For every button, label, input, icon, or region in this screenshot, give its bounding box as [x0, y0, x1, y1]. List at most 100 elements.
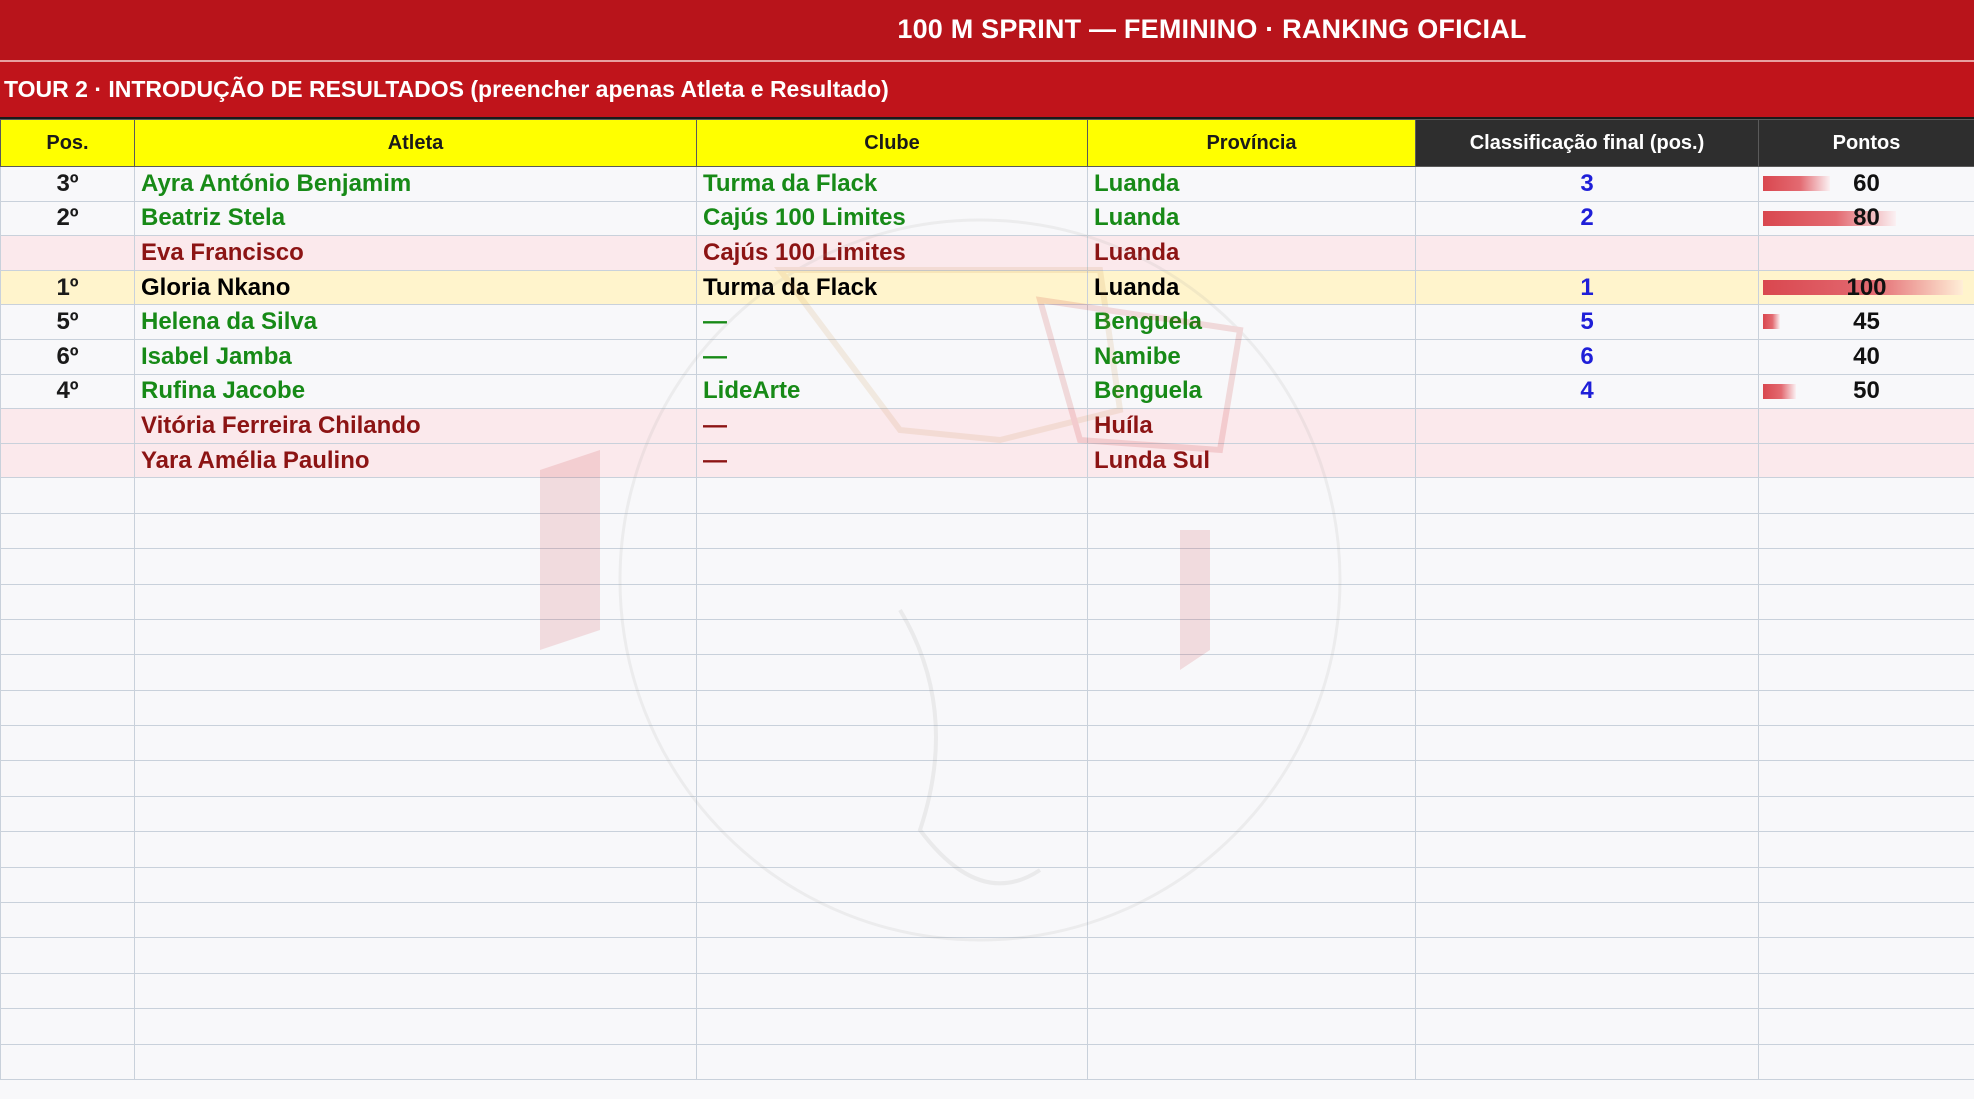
- cell-club[interactable]: Turma da Flack: [696, 166, 1088, 202]
- empty-cell[interactable]: [0, 618, 135, 656]
- empty-row[interactable]: [0, 972, 1974, 1010]
- empty-cell[interactable]: [1415, 654, 1759, 691]
- empty-cell[interactable]: [1415, 618, 1759, 656]
- empty-cell[interactable]: [1415, 831, 1759, 868]
- cell-final[interactable]: 2: [1415, 200, 1759, 237]
- empty-cell[interactable]: [696, 831, 1088, 868]
- empty-cell[interactable]: [1415, 725, 1759, 762]
- empty-cell[interactable]: [1758, 866, 1974, 904]
- cell-pos[interactable]: 6º: [0, 338, 135, 375]
- cell-pos[interactable]: 5º: [0, 304, 135, 340]
- empty-cell[interactable]: [134, 795, 697, 833]
- empty-row[interactable]: [0, 689, 1974, 727]
- empty-cell[interactable]: [1087, 654, 1416, 691]
- empty-cell[interactable]: [1758, 512, 1974, 550]
- table-row[interactable]: 3º Ayra António Benjamim Turma da Flack Lua…: [0, 166, 1974, 202]
- empty-cell[interactable]: [0, 902, 135, 939]
- empty-row[interactable]: [0, 583, 1974, 620]
- empty-cell[interactable]: [696, 654, 1088, 691]
- cell-final[interactable]: 5: [1415, 304, 1759, 340]
- cell-province[interactable]: Luanda: [1087, 235, 1416, 271]
- cell-club[interactable]: LideArte: [696, 373, 1088, 410]
- empty-cell[interactable]: [0, 866, 135, 904]
- cell-pos[interactable]: [0, 408, 135, 444]
- cell-final[interactable]: [1415, 408, 1759, 444]
- table-row[interactable]: 6º Isabel Jamba — Namibe 6 40: [0, 338, 1974, 375]
- empty-cell[interactable]: [1758, 1043, 1974, 1080]
- empty-cell[interactable]: [134, 866, 697, 904]
- cell-points[interactable]: 45: [1758, 304, 1974, 340]
- empty-cell[interactable]: [0, 795, 135, 833]
- empty-cell[interactable]: [1415, 1008, 1759, 1045]
- cell-athlete[interactable]: Isabel Jamba: [134, 338, 697, 375]
- cell-final[interactable]: [1415, 235, 1759, 271]
- cell-points[interactable]: 100: [1758, 269, 1974, 306]
- empty-cell[interactable]: [1415, 937, 1759, 974]
- empty-cell[interactable]: [696, 725, 1088, 762]
- cell-province[interactable]: Huíla: [1087, 408, 1416, 444]
- empty-cell[interactable]: [1087, 866, 1416, 904]
- empty-cell[interactable]: [1415, 972, 1759, 1010]
- cell-province[interactable]: Benguela: [1087, 373, 1416, 410]
- cell-points[interactable]: 50: [1758, 373, 1974, 410]
- empty-cell[interactable]: [696, 1043, 1088, 1080]
- empty-cell[interactable]: [0, 725, 135, 762]
- empty-cell[interactable]: [696, 1008, 1088, 1045]
- cell-final[interactable]: 3: [1415, 166, 1759, 202]
- empty-cell[interactable]: [1087, 902, 1416, 939]
- cell-province[interactable]: Luanda: [1087, 200, 1416, 237]
- empty-cell[interactable]: [0, 512, 135, 550]
- table-row[interactable]: 4º Rufina Jacobe LideArte Benguela 4 50: [0, 373, 1974, 410]
- empty-cell[interactable]: [1758, 689, 1974, 727]
- empty-cell[interactable]: [696, 548, 1088, 585]
- cell-final[interactable]: 6: [1415, 338, 1759, 375]
- empty-row[interactable]: [0, 477, 1974, 514]
- empty-cell[interactable]: [134, 902, 697, 939]
- cell-club[interactable]: Cajús 100 Limites: [696, 200, 1088, 237]
- empty-cell[interactable]: [1415, 866, 1759, 904]
- empty-cell[interactable]: [1087, 760, 1416, 797]
- empty-cell[interactable]: [134, 1043, 697, 1080]
- empty-cell[interactable]: [1758, 583, 1974, 620]
- empty-row[interactable]: [0, 795, 1974, 833]
- empty-cell[interactable]: [1087, 1043, 1416, 1080]
- empty-cell[interactable]: [1087, 583, 1416, 620]
- empty-cell[interactable]: [1758, 548, 1974, 585]
- empty-cell[interactable]: [1087, 1008, 1416, 1045]
- empty-cell[interactable]: [1758, 831, 1974, 868]
- empty-row[interactable]: [0, 548, 1974, 585]
- empty-cell[interactable]: [1758, 760, 1974, 797]
- cell-points[interactable]: [1758, 408, 1974, 444]
- col-header-club[interactable]: Clube: [696, 119, 1088, 167]
- empty-cell[interactable]: [696, 760, 1088, 797]
- col-header-athlete[interactable]: Atleta: [134, 119, 697, 167]
- table-row[interactable]: 5º Helena da Silva — Benguela 5 45: [0, 304, 1974, 340]
- cell-athlete[interactable]: Yara Amélia Paulino: [134, 442, 697, 479]
- cell-pos[interactable]: 1º: [0, 269, 135, 306]
- empty-cell[interactable]: [134, 583, 697, 620]
- cell-athlete[interactable]: Ayra António Benjamim: [134, 166, 697, 202]
- empty-cell[interactable]: [1758, 618, 1974, 656]
- cell-club[interactable]: —: [696, 408, 1088, 444]
- empty-cell[interactable]: [0, 477, 135, 514]
- cell-province[interactable]: Luanda: [1087, 269, 1416, 306]
- empty-cell[interactable]: [1087, 618, 1416, 656]
- empty-cell[interactable]: [1415, 1043, 1759, 1080]
- empty-cell[interactable]: [134, 760, 697, 797]
- cell-athlete[interactable]: Eva Francisco: [134, 235, 697, 271]
- empty-row[interactable]: [0, 937, 1974, 974]
- empty-cell[interactable]: [1758, 725, 1974, 762]
- cell-athlete[interactable]: Vitória Ferreira Chilando: [134, 408, 697, 444]
- empty-cell[interactable]: [1415, 477, 1759, 514]
- cell-final[interactable]: 1: [1415, 269, 1759, 306]
- empty-cell[interactable]: [696, 583, 1088, 620]
- empty-cell[interactable]: [1415, 760, 1759, 797]
- empty-row[interactable]: [0, 512, 1974, 550]
- col-header-points[interactable]: Pontos: [1758, 119, 1974, 167]
- empty-cell[interactable]: [1087, 548, 1416, 585]
- empty-cell[interactable]: [1087, 725, 1416, 762]
- cell-club[interactable]: Cajús 100 Limites: [696, 235, 1088, 271]
- empty-cell[interactable]: [0, 760, 135, 797]
- empty-cell[interactable]: [0, 972, 135, 1010]
- empty-cell[interactable]: [696, 689, 1088, 727]
